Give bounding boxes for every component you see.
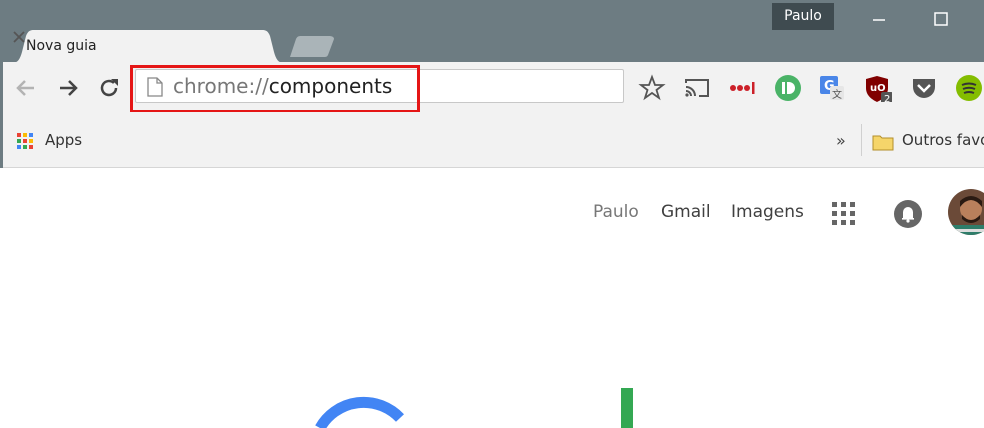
maximize-button[interactable] — [930, 8, 952, 30]
close-icon[interactable] — [12, 30, 26, 44]
google-logo — [315, 388, 633, 428]
forward-arrow-icon[interactable] — [56, 76, 80, 100]
bookmark-star-icon[interactable] — [638, 74, 666, 102]
google-user-link[interactable]: Paulo — [593, 202, 639, 222]
spotify-icon[interactable] — [955, 74, 983, 102]
notifications-bell-icon[interactable] — [893, 199, 923, 229]
pocket-icon[interactable] — [910, 74, 938, 102]
folder-icon — [872, 135, 894, 151]
profile-photo — [948, 189, 984, 235]
apps-grid-icon — [17, 133, 33, 149]
apps-label: Apps — [45, 131, 83, 149]
cast-icon[interactable] — [683, 74, 711, 102]
svg-text:文: 文 — [832, 88, 842, 101]
more-bookmarks-chevron[interactable]: » — [836, 131, 846, 150]
other-bookmarks-folder[interactable]: Outros favo — [902, 131, 984, 149]
profile-button[interactable]: Paulo — [772, 3, 834, 30]
toolbar: chrome://components G 文 uO 2 — [0, 62, 984, 113]
back-arrow-icon[interactable] — [14, 76, 38, 100]
google-apps-grid-icon[interactable] — [832, 202, 856, 226]
tab-title: Nova guia — [26, 38, 97, 54]
pushbullet-icon[interactable] — [774, 74, 802, 102]
new-tab-button[interactable] — [289, 36, 335, 58]
minimize-button[interactable] — [868, 8, 890, 30]
ublock-badge: 2 — [884, 94, 890, 102]
bookmarks-divider — [861, 124, 862, 156]
tab-nova-guia[interactable]: Nova guia — [12, 30, 284, 64]
images-link[interactable]: Imagens — [731, 202, 804, 222]
window-titlebar: Paulo Nova guia — [0, 0, 984, 64]
ublock-origin-icon[interactable]: uO 2 — [864, 74, 892, 102]
reload-icon[interactable] — [97, 76, 121, 100]
highlight-box — [130, 65, 420, 113]
minimize-icon — [873, 19, 885, 21]
gmail-link[interactable]: Gmail — [661, 202, 711, 222]
page-content: Paulo Gmail Imagens — [0, 168, 984, 428]
google-translate-icon[interactable]: G 文 — [818, 74, 846, 102]
avatar[interactable] — [948, 189, 984, 235]
maximize-icon — [934, 12, 948, 26]
bookmarks-bar: Apps » Outros favo — [0, 112, 984, 168]
lastpass-icon[interactable] — [728, 74, 756, 102]
